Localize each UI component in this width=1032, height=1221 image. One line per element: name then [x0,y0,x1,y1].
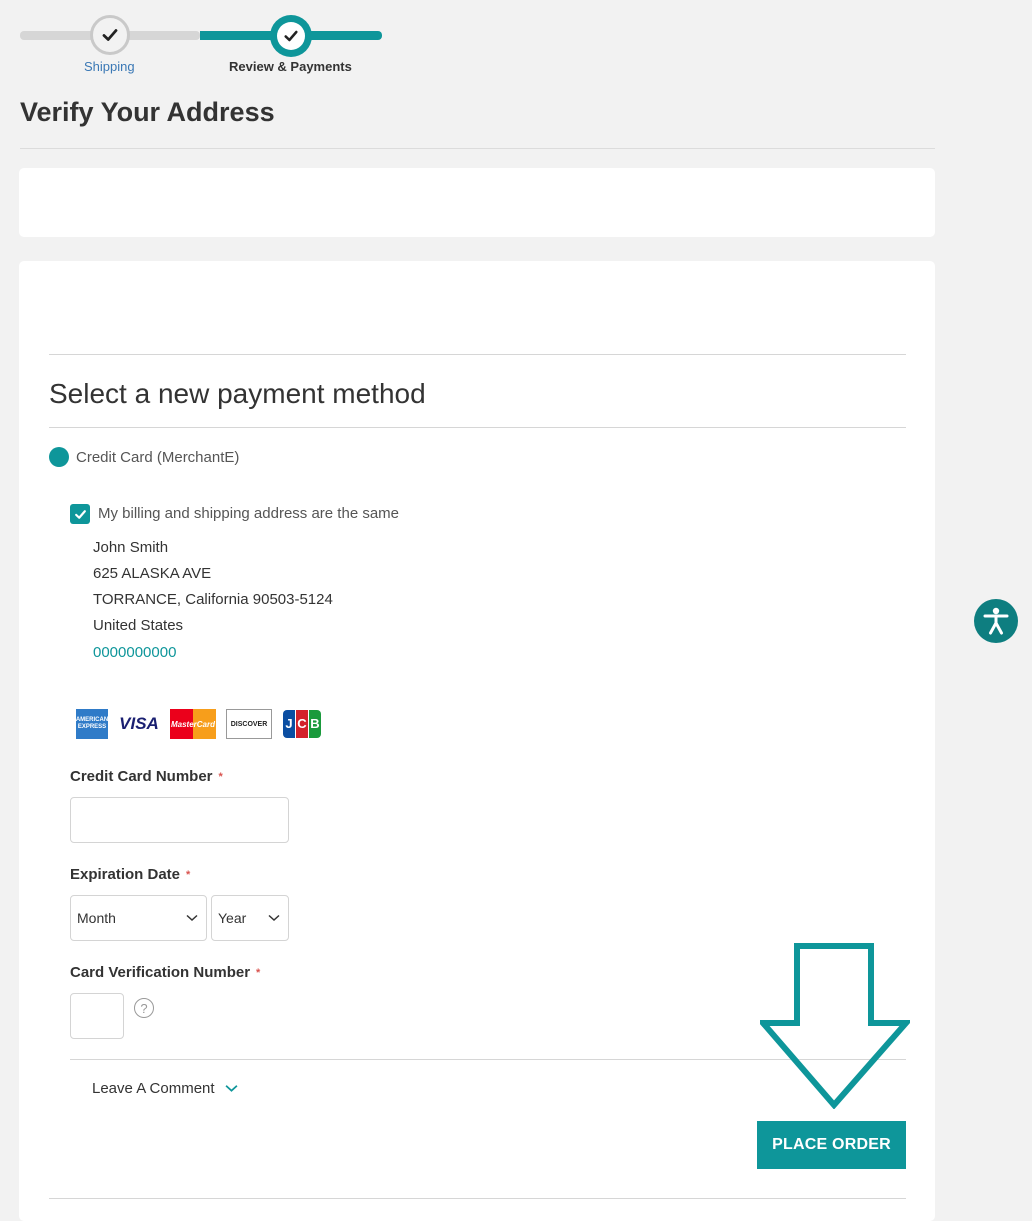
divider [20,148,935,149]
jcb-logo: JCB [282,709,322,739]
payment-method-label[interactable]: Credit Card (MerchantE) [76,449,239,466]
payment-section-title: Select a new payment method [49,378,426,409]
discover-logo: DISCOVER [226,709,272,739]
same-address-checkbox[interactable] [70,504,90,524]
month-select-value: Month [77,910,116,926]
divider [49,354,906,355]
billing-street: 625 ALASKA AVE [93,565,212,582]
check-icon [74,509,86,519]
visa-logo-text: VISA [119,714,159,733]
accessibility-button[interactable] [974,599,1018,643]
expiration-label: Expiration Date * [70,866,190,883]
billing-name: John Smith [93,539,169,556]
cvv-label-text: Card Verification Number [70,964,251,981]
accepted-cards: AMERICAN EXPRESS VISA MasterCard DISCOVE… [76,708,322,740]
card-number-input[interactable] [70,797,289,843]
address-verification-panel [19,168,935,237]
leave-comment-label: Leave A Comment [92,1080,215,1097]
chevron-down-icon [225,1085,238,1092]
chevron-down-icon [268,914,280,922]
visa-logo: VISA [118,709,160,739]
leave-comment-toggle[interactable]: Leave A Comment [92,1080,238,1097]
billing-phone[interactable]: 0000000000 [93,644,176,661]
accessibility-icon [983,607,1009,635]
help-icon[interactable]: ? [134,998,154,1018]
mastercard-logo-text: MasterCard [170,719,215,729]
expiration-label-text: Expiration Date [70,866,181,883]
cvv-label: Card Verification Number * [70,964,260,981]
required-marker: * [186,869,191,881]
payment-method-radio[interactable] [49,447,69,467]
expiration-year-select[interactable]: Year [211,895,289,941]
discover-logo-text: DISCOVER [230,720,268,728]
expiration-month-select[interactable]: Month [70,895,207,941]
divider [49,1198,906,1199]
step-review-marker [270,15,312,57]
check-icon [102,29,118,41]
place-order-button[interactable]: PLACE ORDER [757,1121,906,1169]
amex-logo: AMERICAN EXPRESS [76,709,108,739]
arrow-down-outline-icon [760,943,910,1109]
cvv-input[interactable] [70,993,124,1039]
step-shipping-label[interactable]: Shipping [84,59,135,74]
card-number-label-text: Credit Card Number [70,768,213,785]
card-number-label: Credit Card Number * [70,768,223,785]
year-select-value: Year [218,910,247,926]
step-review-label: Review & Payments [229,59,352,74]
check-icon [284,30,298,42]
amex-logo-text: AMERICAN EXPRESS [75,717,109,730]
divider [49,427,906,428]
page-title: Verify Your Address [20,97,275,127]
mastercard-logo: MasterCard [170,709,216,739]
same-address-label[interactable]: My billing and shipping address are the … [98,505,399,522]
step-shipping-marker[interactable] [90,15,130,55]
required-marker: * [256,967,261,979]
billing-country: United States [93,617,184,634]
required-marker: * [218,771,223,783]
chevron-down-icon [186,914,198,922]
checkout-progress: Shipping Review & Payments [20,12,382,76]
billing-city: TORRANCE, California 90503-5124 [93,591,333,608]
